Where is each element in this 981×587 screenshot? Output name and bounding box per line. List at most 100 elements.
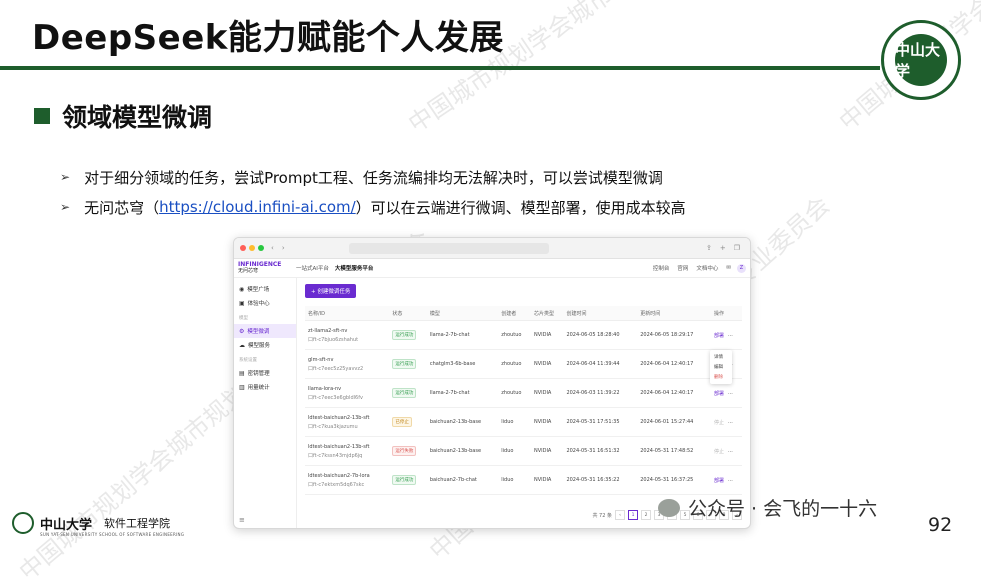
- task-name[interactable]: ldtest-baichuan2-13b-sft: [308, 444, 369, 450]
- row-action-button[interactable]: 停止: [714, 449, 724, 455]
- sidebar-item-model-square[interactable]: ◉ 模型广场: [234, 282, 296, 296]
- cell-actions: 停止 ···: [711, 436, 742, 466]
- cell-updated: 2024-05-31 17:48:52: [637, 436, 711, 466]
- infini-ai-link[interactable]: https://cloud.infini-ai.com/: [159, 198, 356, 216]
- table-row[interactable]: zt-llama2-sft-nv 口ft-c7bjuo6zshahut 运行成功 ll…: [305, 320, 742, 350]
- row-action-button[interactable]: 部署: [714, 333, 724, 339]
- col-name[interactable]: 名称/ID: [305, 306, 390, 321]
- close-dot-icon[interactable]: [240, 245, 246, 251]
- sidebar-item-keys[interactable]: ▤ 密钥管理: [234, 366, 296, 380]
- cell-creator: liduo: [498, 407, 531, 437]
- table-row[interactable]: llama-lora-nv 口ft-c7eec3e6gbldl6fv 运行成功 lla…: [305, 378, 742, 408]
- cell-creator: zhoutuo: [498, 320, 531, 350]
- website-link[interactable]: 官网: [677, 264, 688, 272]
- row-action-button[interactable]: 停止: [714, 420, 724, 426]
- avatar[interactable]: Z: [737, 263, 746, 273]
- menu-icon[interactable]: ≡: [239, 516, 245, 524]
- task-name[interactable]: glm-sft-nv: [308, 357, 333, 363]
- create-finetune-button[interactable]: + 创建微调任务: [305, 284, 357, 298]
- status-badge: 运行成功: [392, 475, 417, 485]
- sidebar-item-finetune[interactable]: ⚙ 模型微调: [234, 324, 296, 338]
- tab-llm-service[interactable]: 大模型服务平台: [335, 264, 374, 272]
- more-icon[interactable]: ···: [728, 333, 733, 339]
- chat-icon: ▣: [239, 299, 245, 307]
- cell-updated: 2024-06-05 18:29:17: [637, 320, 711, 350]
- back-icon[interactable]: ‹: [271, 244, 274, 252]
- cell-updated: 2024-06-04 12:40:17: [637, 349, 711, 379]
- cell-created: 2024-05-31 16:35:22: [563, 465, 638, 495]
- page-number: 92: [928, 514, 953, 536]
- table-row[interactable]: ldtest-baichuan2-13b-sft 口ft-c7kssn43mjdp…: [305, 436, 742, 466]
- menu-item-detail[interactable]: 详情: [710, 352, 732, 362]
- col-status[interactable]: 状态: [389, 306, 427, 321]
- menu-item-delete[interactable]: 删除: [710, 372, 732, 382]
- brand-logo[interactable]: INFINIGENCE 无问芯穹: [238, 262, 296, 275]
- university-emblem-icon: [12, 512, 34, 534]
- pager-total: 共 72 条: [592, 512, 612, 519]
- url-bar[interactable]: [348, 242, 549, 254]
- task-id: 口ft-c7eec3e6gbldl6fv: [308, 394, 363, 401]
- cell-created: 2024-05-31 16:51:32: [563, 436, 638, 466]
- row-action-button[interactable]: 部署: [714, 391, 724, 397]
- share-icon[interactable]: ⇪: [706, 244, 712, 252]
- more-icon[interactable]: ···: [728, 449, 733, 455]
- tab-ai-platform[interactable]: 一站式AI平台: [296, 264, 329, 272]
- footer-university-en: SUN YAT-SEN UNIVERSITY SCHOOL OF SOFTWAR…: [40, 532, 185, 537]
- sidebar-item-experience[interactable]: ▣ 体验中心: [234, 296, 296, 310]
- task-name[interactable]: llama-lora-nv: [308, 386, 341, 392]
- cell-status: 运行失败: [389, 436, 427, 466]
- cell-chip: NVIDIA: [530, 320, 564, 350]
- sidebar-item-usage[interactable]: ▥ 用量统计: [234, 380, 296, 394]
- status-badge: 运行失败: [392, 446, 417, 456]
- table-row[interactable]: ldtest-baichuan2-7b-lora 口ft-c7ektxm5dq67…: [305, 465, 742, 495]
- cell-chip: NVIDIA: [530, 465, 564, 495]
- table-row[interactable]: ldtest-baichuan2-13b-sft 口ft-c7kua3kjazum…: [305, 407, 742, 437]
- cell-status: 运行成功: [389, 320, 427, 350]
- table-row[interactable]: glm-sft-nv 口ft-c7eec5z25yavvz2 运行成功 chatglm…: [305, 349, 742, 379]
- bullet-list: ➢ 对于细分领域的任务，尝试Prompt工程、任务流编排均无法解决时，可以尝试模…: [60, 162, 686, 222]
- menu-item-edit[interactable]: 编辑: [710, 362, 732, 372]
- cell-name: ldtest-baichuan2-13b-sft 口ft-c7kua3kjazum…: [305, 407, 390, 437]
- tune-icon: ⚙: [239, 327, 245, 335]
- sidebar-item-model-service[interactable]: ☁ 模型服务: [234, 338, 296, 352]
- forward-icon[interactable]: ›: [282, 244, 285, 252]
- task-name[interactable]: ldtest-baichuan2-13b-sft: [308, 415, 369, 421]
- new-tab-icon[interactable]: +: [720, 244, 726, 252]
- section-heading: 领域模型微调: [34, 98, 212, 134]
- bullet-item: ➢ 无问芯穹（ https://cloud.infini-ai.com/ ）可以…: [60, 192, 686, 222]
- more-icon[interactable]: ···: [728, 478, 733, 484]
- footer-school: 软件工程学院: [104, 517, 171, 530]
- tabs-icon[interactable]: ❐: [734, 244, 740, 252]
- sidebar-section-label: 系统设置: [239, 358, 257, 363]
- wechat-icon: [658, 498, 680, 517]
- cloud-icon: ☁: [239, 341, 245, 349]
- cell-model: baichuan2-7b-chat: [426, 465, 499, 495]
- docs-link[interactable]: 文档中心: [696, 264, 718, 272]
- status-badge: 运行成功: [392, 359, 417, 369]
- maximize-dot-icon[interactable]: [258, 245, 264, 251]
- cell-creator: zhoutuo: [498, 378, 531, 408]
- task-id: 口ft-c7kua3kjazumu: [308, 423, 358, 430]
- task-id: 口ft-c7eec5z25yavvz2: [308, 365, 364, 372]
- minimize-dot-icon[interactable]: [249, 245, 255, 251]
- row-action-button[interactable]: 部署: [714, 478, 724, 484]
- task-name[interactable]: zt-llama2-sft-nv: [308, 328, 347, 334]
- sidebar: ◉ 模型广场 ▣ 体验中心 模型 ⚙ 模型微调 ☁ 模型服务 系统设置 ▤ 密钥管理 ▥ 用…: [234, 278, 297, 528]
- col-updated[interactable]: 更新时间: [637, 306, 711, 321]
- task-name[interactable]: ldtest-baichuan2-7b-lora: [308, 473, 370, 479]
- more-icon[interactable]: ···: [728, 420, 733, 426]
- mail-icon[interactable]: ✉: [726, 265, 731, 271]
- page-title: DeepSeek能力赋能个人发展: [32, 18, 504, 58]
- bar-chart-icon: ▥: [239, 383, 245, 391]
- page-button[interactable]: 2: [641, 510, 651, 520]
- footer-logo: 中山大学 软件工程学院 SUN YAT-SEN UNIVERSITY SCHOO…: [12, 512, 184, 537]
- cell-creator: liduo: [498, 436, 531, 466]
- prev-page-icon[interactable]: ‹: [615, 510, 625, 520]
- col-created[interactable]: 创建时间: [563, 306, 638, 321]
- page-button[interactable]: 1: [628, 510, 638, 520]
- console-link[interactable]: 控制台: [653, 264, 670, 272]
- cell-name: ldtest-baichuan2-7b-lora 口ft-c7ektxm5dq67…: [305, 465, 390, 495]
- more-icon[interactable]: ···: [728, 391, 733, 397]
- task-id: 口ft-c7ektxm5dq67skc: [308, 481, 365, 488]
- brand-subname: 无问芯穹: [238, 268, 259, 274]
